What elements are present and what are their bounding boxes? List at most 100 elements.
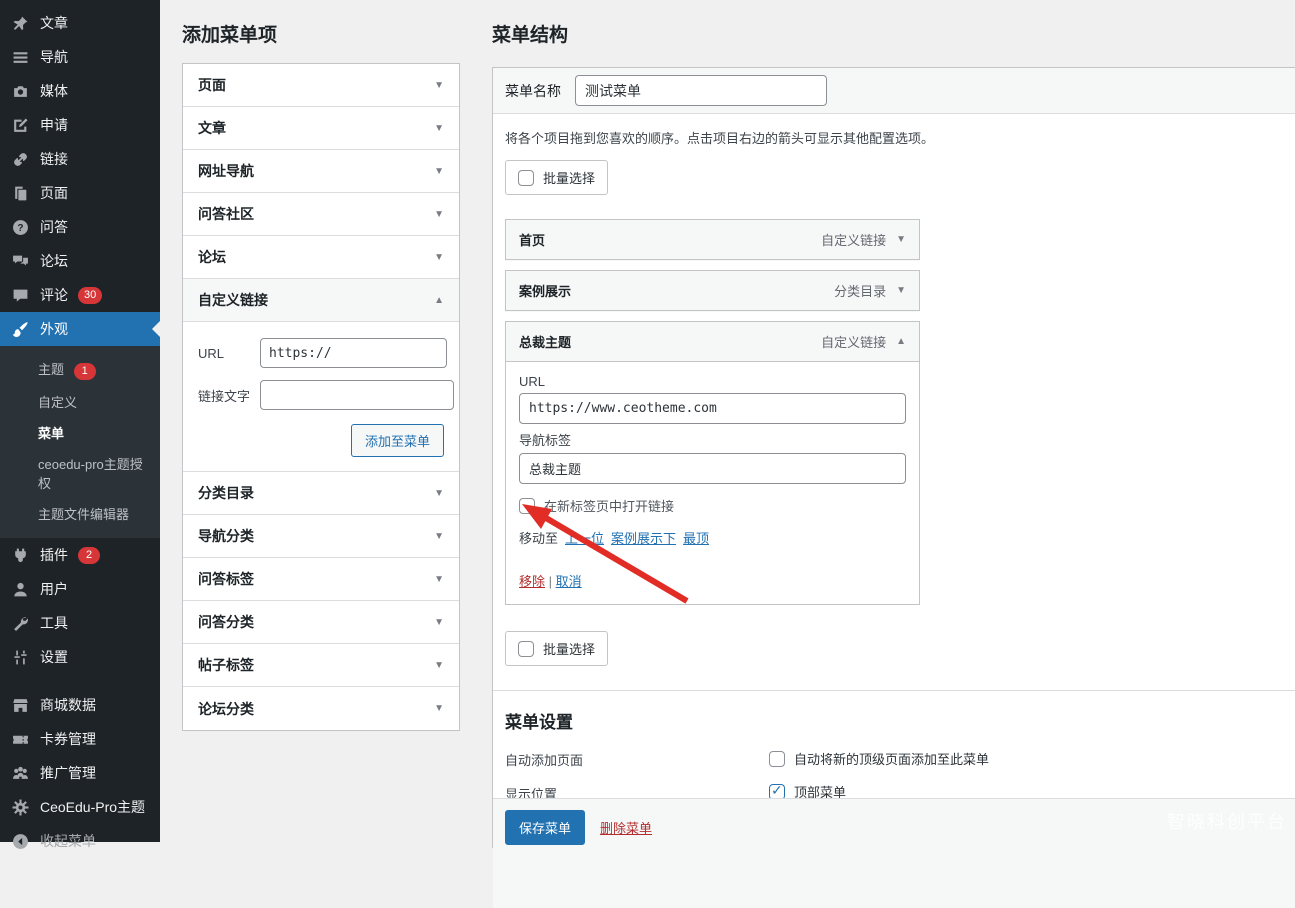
sidebar-item-settings[interactable]: 设置 xyxy=(0,640,160,674)
custom-link-form: URL 链接文字 添加至菜单 xyxy=(183,322,459,472)
drag-hint-text: 将各个项目拖到您喜欢的顺序。点击项目右边的箭头可显示其他配置选项。 xyxy=(505,128,1288,147)
bulk-select-checkbox[interactable] xyxy=(518,641,534,657)
sidebar-item-users[interactable]: 用户 xyxy=(0,572,160,606)
chevron-down-icon: ▼ xyxy=(434,574,444,585)
accordion-forum[interactable]: 论坛 ▼ xyxy=(183,236,459,279)
sidebar-item-label: 工具 xyxy=(40,613,68,633)
sidebar-subitem-theme-license[interactable]: ceoedu-pro主题授权 xyxy=(0,448,160,498)
sidebar-item-media[interactable]: 媒体 xyxy=(0,74,160,108)
menu-name-input[interactable] xyxy=(575,75,827,106)
subitem-label: 主题 xyxy=(38,362,64,377)
bulk-select-checkbox[interactable] xyxy=(518,170,534,186)
pin-icon xyxy=(10,14,30,32)
menu-item-label: 首页 xyxy=(519,230,545,249)
plugins-update-badge: 2 xyxy=(78,547,100,564)
detail-url-label: URL xyxy=(519,374,906,389)
plugin-icon xyxy=(10,546,30,564)
svg-text:?: ? xyxy=(17,223,23,234)
settings-icon xyxy=(10,648,30,666)
custom-link-text-input[interactable] xyxy=(260,380,454,410)
sidebar-item-qa[interactable]: ? 问答 xyxy=(0,210,160,244)
chevron-up-icon[interactable]: ▲ xyxy=(896,336,906,347)
menu-items-list: 首页 自定义链接 ▼ 案例展示 分类目录 ▼ 总裁主题 自 xyxy=(505,219,920,605)
auto-add-pages-option-label: 自动将新的顶级页面添加至此菜单 xyxy=(794,749,989,768)
move-under-cases-link[interactable]: 案例展示下 xyxy=(611,531,676,546)
accordion-categories[interactable]: 分类目录 ▼ xyxy=(183,472,459,515)
menu-footer-bar: 保存菜单 删除菜单 xyxy=(493,798,1295,908)
accordion-custom-link[interactable]: 自定义链接 ▲ xyxy=(183,279,459,322)
bulk-select-toggle[interactable]: 批量选择 xyxy=(505,160,608,195)
sidebar-item-label: CeoEdu-Pro主题 xyxy=(40,797,145,817)
sidebar-subitem-menus[interactable]: 菜单 xyxy=(0,417,160,448)
bulk-select-toggle-bottom[interactable]: 批量选择 xyxy=(505,631,608,666)
custom-link-url-input[interactable] xyxy=(260,338,447,368)
settings-divider xyxy=(493,690,1295,691)
accordion-site-nav[interactable]: 网址导航 ▼ xyxy=(183,150,459,193)
chevron-down-icon[interactable]: ▼ xyxy=(896,285,906,296)
tools-icon xyxy=(10,614,30,632)
coupon-icon xyxy=(10,730,30,748)
sidebar-item-label: 外观 xyxy=(40,319,68,339)
sidebar-separator xyxy=(0,674,160,688)
accordion-qa-categories[interactable]: 问答分类 ▼ xyxy=(183,601,459,644)
sidebar-item-ceoedu-theme[interactable]: CeoEdu-Pro主题 xyxy=(0,790,160,824)
detail-nav-label: 导航标签 xyxy=(519,430,906,449)
menu-item-cases[interactable]: 案例展示 分类目录 ▼ xyxy=(505,270,920,311)
sidebar-subitem-customize[interactable]: 自定义 xyxy=(0,386,160,417)
sidebar-item-pages[interactable]: 页面 xyxy=(0,176,160,210)
promotion-icon xyxy=(10,764,30,782)
accordion-post-tags[interactable]: 帖子标签 ▼ xyxy=(183,644,459,687)
sidebar-item-label: 文章 xyxy=(40,13,68,33)
accordion-posts[interactable]: 文章 ▼ xyxy=(183,107,459,150)
cancel-link[interactable]: 取消 xyxy=(556,574,582,589)
open-new-tab-checkbox[interactable] xyxy=(519,498,535,514)
save-menu-button[interactable]: 保存菜单 xyxy=(505,810,585,845)
detail-nav-input[interactable] xyxy=(519,453,906,484)
sidebar-item-forum[interactable]: 论坛 xyxy=(0,244,160,278)
accordion-qa-community[interactable]: 问答社区 ▼ xyxy=(183,193,459,236)
users-icon xyxy=(10,580,30,598)
sidebar-subitem-theme-editor[interactable]: 主题文件编辑器 xyxy=(0,498,160,529)
sidebar-item-label: 卡券管理 xyxy=(40,729,96,749)
sidebar-item-label: 评论 xyxy=(40,285,68,305)
auto-add-pages-label: 自动添加页面 xyxy=(505,748,769,769)
accordion-pages[interactable]: 页面 ▼ xyxy=(183,64,459,107)
sidebar-item-applications[interactable]: 申请 xyxy=(0,108,160,142)
sidebar-item-label: 用户 xyxy=(40,579,68,599)
menu-item-home[interactable]: 首页 自定义链接 ▼ xyxy=(505,219,920,260)
link-icon xyxy=(10,150,30,168)
chevron-up-icon: ▲ xyxy=(434,295,444,306)
actions-separator: | xyxy=(549,574,552,589)
sidebar-subitem-themes[interactable]: 主题 1 xyxy=(0,353,160,386)
collapse-menu-button[interactable]: 收起菜单 xyxy=(0,824,160,858)
add-to-menu-button[interactable]: 添加至菜单 xyxy=(351,424,444,457)
appearance-submenu: 主题 1 自定义 菜单 ceoedu-pro主题授权 主题文件编辑器 xyxy=(0,346,160,538)
move-to-top-link[interactable]: 最顶 xyxy=(683,531,709,546)
sidebar-item-posts[interactable]: 文章 xyxy=(0,6,160,40)
sidebar-item-plugins[interactable]: 插件 2 xyxy=(0,538,160,572)
add-menu-items-title: 添加菜单项 xyxy=(182,20,277,47)
sidebar-item-navigation[interactable]: 导航 xyxy=(0,40,160,74)
accordion-nav-categories[interactable]: 导航分类 ▼ xyxy=(183,515,459,558)
remove-item-link[interactable]: 移除 xyxy=(519,574,545,589)
detail-url-input[interactable] xyxy=(519,393,906,424)
sidebar-item-links[interactable]: 链接 xyxy=(0,142,160,176)
auto-add-pages-checkbox[interactable] xyxy=(769,751,785,767)
sidebar-item-tools[interactable]: 工具 xyxy=(0,606,160,640)
chevron-down-icon[interactable]: ▼ xyxy=(896,234,906,245)
accordion-label: 自定义链接 xyxy=(198,290,268,310)
collapse-arrow-icon xyxy=(10,832,30,850)
delete-menu-link[interactable]: 删除菜单 xyxy=(600,818,652,837)
sidebar-item-promotion[interactable]: 推广管理 xyxy=(0,756,160,790)
sidebar-item-coupons[interactable]: 卡券管理 xyxy=(0,722,160,756)
accordion-forum-categories[interactable]: 论坛分类 ▼ xyxy=(183,687,459,730)
menu-item-ceotheme[interactable]: 总裁主题 自定义链接 ▲ xyxy=(505,321,920,362)
accordion-qa-tags[interactable]: 问答标签 ▼ xyxy=(183,558,459,601)
move-up-link[interactable]: 上一位 xyxy=(565,531,604,546)
sidebar-item-store-data[interactable]: 商城数据 xyxy=(0,688,160,722)
accordion-label: 帖子标签 xyxy=(198,655,254,675)
accordion-label: 问答分类 xyxy=(198,612,254,632)
sidebar-item-comments[interactable]: 评论 30 xyxy=(0,278,160,312)
accordion-label: 分类目录 xyxy=(198,483,254,503)
sidebar-item-appearance[interactable]: 外观 xyxy=(0,312,160,346)
